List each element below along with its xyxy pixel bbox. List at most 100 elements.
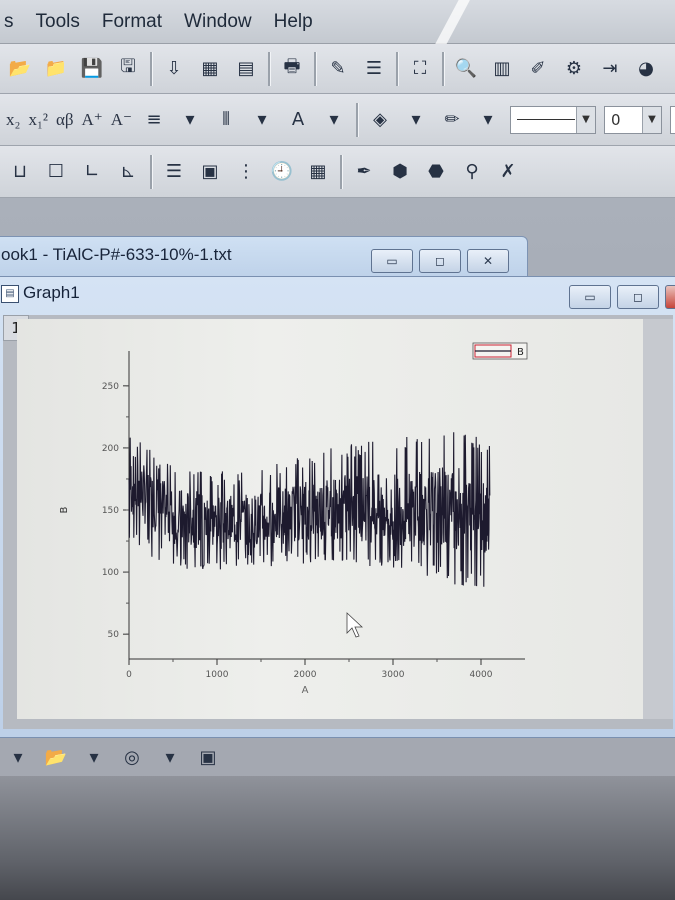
graph-window[interactable]: ▤ Graph1 ▭ ◻ ✕ 1 50100150200250010002000… (0, 276, 675, 738)
extra-combo[interactable] (670, 105, 675, 134)
align-left-icon[interactable]: ≡ (140, 106, 168, 134)
layer-list-icon[interactable]: ⋮ (232, 158, 260, 186)
pie-icon[interactable]: ◕ (632, 55, 660, 83)
minimize-button[interactable]: ▭ (569, 285, 611, 309)
script-window-icon[interactable]: ▥ (488, 55, 516, 83)
line-style-sample (517, 119, 576, 120)
graph-titlebar[interactable]: ▤ Graph1 ▭ ◻ ✕ (0, 277, 675, 313)
project-explorer-icon[interactable]: ⛶ (406, 55, 434, 83)
chevron-down-icon[interactable]: ▾ (156, 743, 184, 771)
notes-icon[interactable]: ✎ (324, 55, 352, 83)
import-multiple-icon[interactable]: ▦ (196, 55, 224, 83)
page-margin (643, 319, 673, 719)
x-tick-label: 4000 (470, 670, 493, 680)
mask-point-icon[interactable]: ⚲ (458, 158, 486, 186)
chevron-down-icon[interactable]: ▾ (4, 743, 32, 771)
restore-button[interactable]: ◻ (617, 285, 659, 309)
line-width-value: 0 (611, 110, 621, 129)
increase-font-button[interactable]: A⁺ (82, 110, 103, 130)
chevron-down-icon[interactable]: ▾ (320, 106, 348, 134)
graph-page[interactable]: 50 100 150 200 250 0 1000 2000 3000 4000 A B B (17, 319, 643, 719)
code-builder-icon[interactable]: ✐ (524, 55, 552, 83)
settings-gear-icon[interactable]: ⚙ (560, 55, 588, 83)
legend-label: B (517, 347, 524, 358)
print-icon[interactable]: 🖶 (278, 55, 306, 83)
mask-region-icon[interactable]: ⬢ (386, 158, 414, 186)
results-log-icon[interactable]: 🔍 (452, 55, 480, 83)
greek-button[interactable]: αβ (56, 110, 74, 130)
open-folder-icon[interactable]: 📂 (6, 55, 34, 83)
close-button[interactable]: ✕ (665, 285, 675, 309)
standard-toolbar: 📂 📁 💾 🖫 ⇩ ▦ ▤ 🖶 ✎ ☰ ⛶ 🔍 ▥ ✐ ⚙ ⇥ ◕ (0, 44, 675, 94)
bottom-toolbar: ▾ 📂 ▾ ◎ ▾ ▣ (0, 738, 675, 776)
target-icon[interactable]: ◎ (118, 743, 146, 771)
x-tick-label: 1000 (206, 670, 229, 680)
save-template-icon[interactable]: 🖫 (114, 55, 142, 83)
y-tick-label: 100 (102, 568, 119, 578)
save-icon[interactable]: 💾 (78, 55, 106, 83)
menu-help[interactable]: Help (274, 11, 313, 33)
chevron-down-icon[interactable]: ▾ (80, 743, 108, 771)
toolbar-separator (396, 51, 398, 86)
line-color-icon[interactable]: ✏ (438, 106, 466, 134)
chevron-down-icon[interactable]: ▾ (248, 106, 276, 134)
fill-color-icon[interactable]: ◈ (366, 106, 394, 134)
chevron-down-icon[interactable]: ▾ (176, 106, 204, 134)
line-width-dropdown[interactable]: 0 ▼ (604, 105, 663, 134)
chevron-down-icon[interactable]: ▾ (402, 106, 430, 134)
rescale-icon[interactable]: ☰ (160, 158, 188, 186)
subscript-button[interactable]: x₂ (6, 110, 20, 130)
toolbar-separator (340, 154, 342, 189)
timestamp-clock-icon[interactable]: 🕘 (268, 158, 296, 186)
chart-svg[interactable]: 50 100 150 200 250 0 1000 2000 3000 4000 A B B (17, 319, 643, 719)
menu-format[interactable]: Format (102, 11, 162, 33)
mask-pen-icon[interactable]: ✒ (350, 158, 378, 186)
graph-window-icon: ▤ (1, 285, 19, 303)
toolbar-separator (356, 102, 359, 137)
mask-swap-icon[interactable]: ⬣ (422, 158, 450, 186)
add-layer-icon[interactable]: ☐ (42, 158, 70, 186)
menu-tools[interactable]: Tools (36, 11, 80, 33)
import-ascii-icon[interactable]: ⇩ (160, 55, 188, 83)
font-color-icon[interactable]: A (284, 106, 312, 134)
y-tick-label: 150 (102, 506, 119, 516)
superscript-button[interactable]: x₁² (28, 110, 48, 130)
toolbar-separator (314, 51, 316, 86)
menu-tools-partial[interactable]: s (4, 11, 14, 33)
menu-window[interactable]: Window (184, 11, 252, 33)
close-button[interactable]: ✕ (467, 249, 509, 273)
axis-l-icon[interactable]: ∟ (78, 158, 106, 186)
chevron-down-icon[interactable]: ▾ (474, 106, 502, 134)
axis-lr-icon[interactable]: ⊾ (114, 158, 142, 186)
origin-app-window: s Tools Format Window Help 📂 📁 💾 🖫 ⇩ ▦ ▤… (0, 0, 675, 900)
mdi-workspace: ook1 - TiAlC-P#-633-10%-1.txt ▭ ◻ ✕ ▤ Gr… (0, 198, 675, 900)
restore-button[interactable]: ◻ (419, 249, 461, 273)
layer-frame-icon[interactable]: ⊔ (6, 158, 34, 186)
y-axis-label: B (59, 506, 70, 513)
x-tick-label: 3000 (382, 670, 405, 680)
toolbar-separator (150, 51, 152, 86)
chevron-down-icon: ▼ (576, 106, 596, 133)
pattern-icon[interactable]: ⦀ (212, 106, 240, 134)
y-tick-label: 50 (108, 630, 120, 640)
toolbar-separator (268, 51, 270, 86)
minimize-button[interactable]: ▭ (371, 249, 413, 273)
unmask-icon[interactable]: ✗ (494, 158, 522, 186)
cube-icon[interactable]: ▣ (194, 743, 222, 771)
layout-icon[interactable]: ☰ (360, 55, 388, 83)
add-column-icon[interactable]: ⇥ (596, 55, 624, 83)
line-style-dropdown[interactable]: ▼ (510, 105, 597, 134)
graph-toolbar: ⊔ ☐ ∟ ⊾ ☰ ▣ ⋮ 🕘 ▦ ✒ ⬢ ⬣ ⚲ ✗ (0, 146, 675, 198)
toolbar-separator (150, 154, 152, 189)
toolbar-separator (442, 51, 444, 86)
legend-icon[interactable]: ▣ (196, 158, 224, 186)
open-template-icon[interactable]: 📁 (42, 55, 70, 83)
workbook-window-controls: ▭ ◻ ✕ (371, 249, 509, 273)
open-folder-icon[interactable]: 📂 (42, 743, 70, 771)
mouse-cursor-icon (346, 612, 364, 638)
import-wizard-icon[interactable]: ▤ (232, 55, 260, 83)
decrease-font-button[interactable]: A⁻ (111, 110, 132, 130)
chevron-down-icon: ▼ (642, 106, 662, 133)
monitor-bezel-background (0, 776, 675, 900)
table-icon[interactable]: ▦ (304, 158, 332, 186)
